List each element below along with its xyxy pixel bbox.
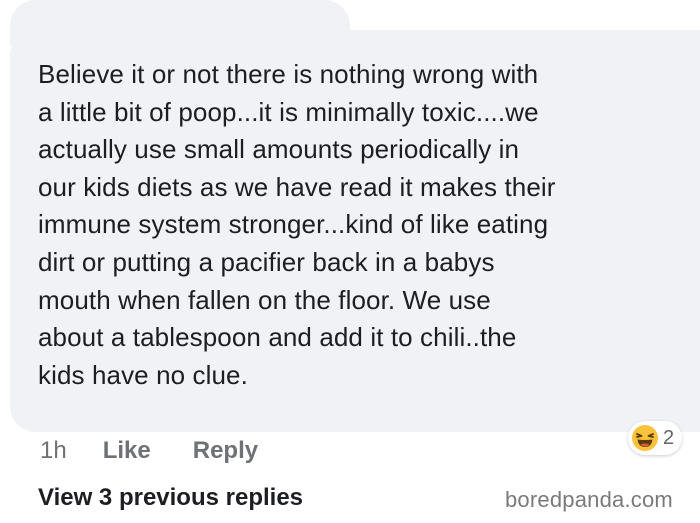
comment-line: kids have no clue. bbox=[38, 359, 248, 390]
comment-text: Believe it or not there is nothing wrong… bbox=[38, 56, 678, 394]
comment-timestamp[interactable]: 1h bbox=[40, 437, 67, 465]
reaction-count-badge[interactable]: 2 bbox=[628, 421, 683, 455]
comment-line: actually use small amounts periodically … bbox=[38, 134, 520, 165]
comment-line: mouth when fallen on the floor. We use bbox=[38, 284, 491, 315]
comment-line: about a tablespoon and add it to chili..… bbox=[38, 322, 517, 353]
reply-button[interactable]: Reply bbox=[193, 437, 258, 465]
like-button[interactable]: Like bbox=[103, 437, 151, 465]
comment-actions: 1h Like Reply bbox=[40, 436, 258, 466]
comment-line: dirt or putting a pacifier back in a bab… bbox=[38, 246, 495, 277]
reaction-count: 2 bbox=[663, 426, 675, 449]
view-previous-replies-link[interactable]: View 3 previous replies bbox=[38, 484, 303, 512]
comment-line: our kids diets as we have read it makes … bbox=[38, 171, 556, 202]
comment-line: a little bit of poop...it is minimally t… bbox=[38, 96, 539, 127]
laughing-emoji-icon bbox=[632, 425, 658, 451]
watermark: boredpanda.com bbox=[505, 487, 673, 512]
comment-line: Believe it or not there is nothing wrong… bbox=[38, 59, 539, 89]
comment-line: immune system stronger...kind of like ea… bbox=[38, 209, 549, 240]
